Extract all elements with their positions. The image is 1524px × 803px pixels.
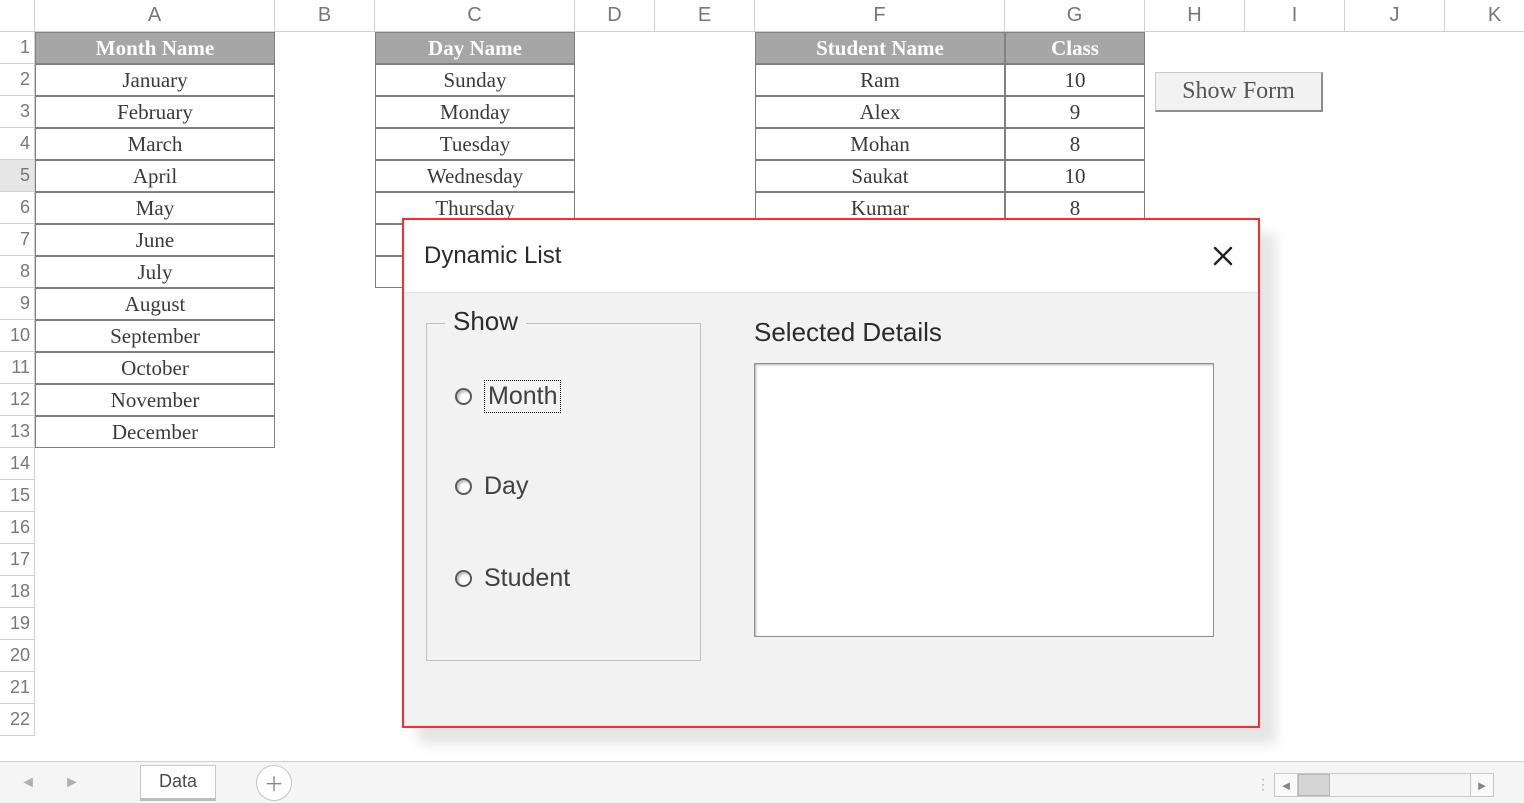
sheet-tab-data[interactable]: Data bbox=[140, 765, 216, 801]
show-groupbox: Show MonthDayStudent bbox=[426, 323, 701, 661]
column-header-C[interactable]: C bbox=[375, 0, 575, 32]
row-header-22[interactable]: 22 bbox=[0, 704, 35, 736]
row-header-13[interactable]: 13 bbox=[0, 416, 35, 448]
cell-C4-day[interactable]: Tuesday bbox=[375, 128, 575, 160]
cell-A10-month[interactable]: September bbox=[35, 320, 275, 352]
cell-A6-month[interactable]: May bbox=[35, 192, 275, 224]
cell-G4-class[interactable]: 8 bbox=[1005, 128, 1145, 160]
row-header-5[interactable]: 5 bbox=[0, 160, 35, 192]
chevron-right-icon[interactable]: ► bbox=[64, 774, 80, 792]
cell-C5-day[interactable]: Wednesday bbox=[375, 160, 575, 192]
cell-A2-month[interactable]: January bbox=[35, 64, 275, 96]
radio-label-day: Day bbox=[484, 472, 528, 501]
scroll-left-icon[interactable]: ◄ bbox=[1274, 773, 1298, 797]
row-header-14[interactable]: 14 bbox=[0, 448, 35, 480]
cell-A7-month[interactable]: June bbox=[35, 224, 275, 256]
cell-A13-month[interactable]: December bbox=[35, 416, 275, 448]
row-header-15[interactable]: 15 bbox=[0, 480, 35, 512]
radio-label-month: Month bbox=[484, 380, 561, 413]
column-header-J[interactable]: J bbox=[1345, 0, 1445, 32]
row-header-3[interactable]: 3 bbox=[0, 96, 35, 128]
cell-G5-class[interactable]: 10 bbox=[1005, 160, 1145, 192]
cell-A11-month[interactable]: October bbox=[35, 352, 275, 384]
radio-label-student: Student bbox=[484, 564, 570, 593]
column-headers: ABCDEFGHIJK bbox=[35, 0, 1524, 32]
column-header-G[interactable]: G bbox=[1005, 0, 1145, 32]
row-header-1[interactable]: 1 bbox=[0, 32, 35, 64]
cell-F1-student-header[interactable]: Student Name bbox=[755, 32, 1005, 64]
column-header-F[interactable]: F bbox=[755, 0, 1005, 32]
row-header-19[interactable]: 19 bbox=[0, 608, 35, 640]
column-header-D[interactable]: D bbox=[575, 0, 655, 32]
column-header-A[interactable]: A bbox=[35, 0, 275, 32]
cell-A5-month[interactable]: April bbox=[35, 160, 275, 192]
row-header-17[interactable]: 17 bbox=[0, 544, 35, 576]
dialog-body: Show Month Day Student Selected Details bbox=[404, 292, 1258, 726]
groupbox-legend: Show bbox=[445, 306, 526, 337]
radio-day[interactable]: Day bbox=[455, 472, 528, 501]
row-header-2[interactable]: 2 bbox=[0, 64, 35, 96]
dialog-title: Dynamic List bbox=[424, 242, 561, 270]
row-header-18[interactable]: 18 bbox=[0, 576, 35, 608]
cell-F4-student[interactable]: Mohan bbox=[755, 128, 1005, 160]
cell-C1-day-header[interactable]: Day Name bbox=[375, 32, 575, 64]
column-header-H[interactable]: H bbox=[1145, 0, 1245, 32]
column-header-E[interactable]: E bbox=[655, 0, 755, 32]
show-form-label: Show Form bbox=[1182, 78, 1295, 105]
row-header-8[interactable]: 8 bbox=[0, 256, 35, 288]
cell-F5-student[interactable]: Saukat bbox=[755, 160, 1005, 192]
radio-dot-icon bbox=[455, 388, 472, 405]
row-headers: 12345678910111213141516171819202122 bbox=[0, 32, 35, 736]
row-header-7[interactable]: 7 bbox=[0, 224, 35, 256]
radio-month[interactable]: Month bbox=[455, 380, 561, 413]
show-form-button[interactable]: Show Form bbox=[1155, 72, 1323, 112]
cell-A4-month[interactable]: March bbox=[35, 128, 275, 160]
row-header-20[interactable]: 20 bbox=[0, 640, 35, 672]
selected-details-listbox[interactable] bbox=[754, 363, 1214, 637]
tab-split-handle[interactable]: ⋮ bbox=[1256, 776, 1272, 793]
row-header-6[interactable]: 6 bbox=[0, 192, 35, 224]
cell-F3-student[interactable]: Alex bbox=[755, 96, 1005, 128]
spreadsheet-area: ABCDEFGHIJK 1234567891011121314151617181… bbox=[0, 0, 1524, 761]
scroll-track[interactable] bbox=[1298, 773, 1470, 797]
cell-A1-month-header[interactable]: Month Name bbox=[35, 32, 275, 64]
radio-dot-icon bbox=[455, 478, 472, 495]
radio-student[interactable]: Student bbox=[455, 564, 570, 593]
cell-C2-day[interactable]: Sunday bbox=[375, 64, 575, 96]
close-icon[interactable] bbox=[1208, 241, 1238, 271]
row-header-9[interactable]: 9 bbox=[0, 288, 35, 320]
sheet-tab-bar: ◄ ► Data ＋ ⋮ ◄ ► bbox=[0, 761, 1524, 803]
horizontal-scrollbar[interactable]: ◄ ► bbox=[1274, 773, 1494, 797]
scroll-thumb[interactable] bbox=[1298, 774, 1330, 796]
select-all-corner[interactable] bbox=[0, 0, 35, 32]
cell-G3-class[interactable]: 9 bbox=[1005, 96, 1145, 128]
cell-F2-student[interactable]: Ram bbox=[755, 64, 1005, 96]
cell-A9-month[interactable]: August bbox=[35, 288, 275, 320]
column-header-B[interactable]: B bbox=[275, 0, 375, 32]
cell-G1-class-header[interactable]: Class bbox=[1005, 32, 1145, 64]
dynamic-list-dialog: Dynamic List Show Month Day Student Select… bbox=[402, 218, 1260, 728]
cell-A3-month[interactable]: February bbox=[35, 96, 275, 128]
cell-C3-day[interactable]: Monday bbox=[375, 96, 575, 128]
plus-icon: ＋ bbox=[264, 768, 284, 797]
column-header-K[interactable]: K bbox=[1445, 0, 1524, 32]
cell-A12-month[interactable]: November bbox=[35, 384, 275, 416]
column-header-I[interactable]: I bbox=[1245, 0, 1345, 32]
sheet-tab-label: Data bbox=[159, 771, 197, 792]
row-header-4[interactable]: 4 bbox=[0, 128, 35, 160]
row-header-10[interactable]: 10 bbox=[0, 320, 35, 352]
row-header-16[interactable]: 16 bbox=[0, 512, 35, 544]
dialog-titlebar[interactable]: Dynamic List bbox=[404, 220, 1258, 292]
row-header-21[interactable]: 21 bbox=[0, 672, 35, 704]
tab-nav-arrows[interactable]: ◄ ► bbox=[0, 774, 100, 792]
radio-dot-icon bbox=[455, 570, 472, 587]
cell-A8-month[interactable]: July bbox=[35, 256, 275, 288]
cell-G2-class[interactable]: 10 bbox=[1005, 64, 1145, 96]
row-header-12[interactable]: 12 bbox=[0, 384, 35, 416]
selected-details-label: Selected Details bbox=[754, 317, 942, 348]
chevron-left-icon[interactable]: ◄ bbox=[20, 774, 36, 792]
add-sheet-button[interactable]: ＋ bbox=[256, 765, 292, 801]
row-header-11[interactable]: 11 bbox=[0, 352, 35, 384]
scroll-right-icon[interactable]: ► bbox=[1470, 773, 1494, 797]
